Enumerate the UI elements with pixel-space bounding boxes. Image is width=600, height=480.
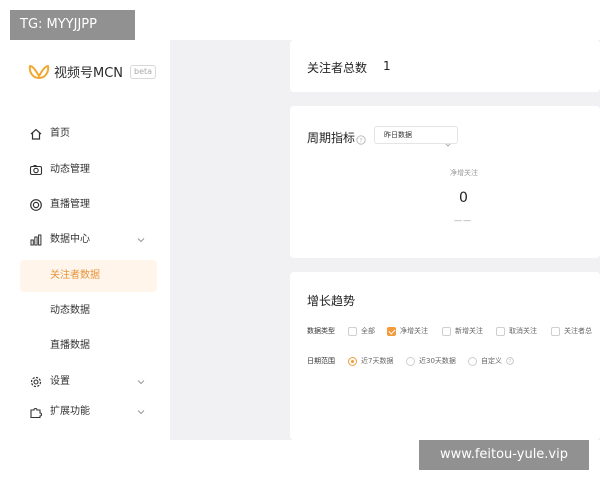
sidebar-item-settings[interactable]: 设置 [0,367,170,397]
followers-total-value: 1 [383,59,391,73]
net-follow-label: 净增关注 [450,169,478,177]
checkbox-unchecked[interactable] [551,326,560,336]
data-type-option-new-follow[interactable]: 新增关注 [442,326,483,336]
info-icon[interactable]: ? [506,357,514,365]
date-range-option-30d[interactable]: 近30天数据 [406,356,456,366]
sidebar-subitem-live-data[interactable]: 直播数据 [20,330,157,362]
chevron-down-icon [445,133,451,147]
period-select-value: 昨日数据 [384,131,412,139]
data-type-option-net-follow[interactable]: 净增关注 [387,326,428,336]
sidebar-item-label: 数据中心 [50,234,90,245]
period-select[interactable]: 昨日数据 [374,126,458,147]
sidebar-item-post-management[interactable]: 动态管理 [0,155,170,185]
gear-icon [29,375,43,389]
live-circle-icon [29,198,43,212]
option-label: 全部 [361,327,375,335]
sidebar-item-label: 扩展功能 [50,406,90,417]
data-type-option-total[interactable]: 关注者总 [551,326,592,336]
option-label: 净增关注 [400,327,428,335]
period-metrics-card: 周期指标 ? 昨日数据 净增关注 0 —— [290,106,600,258]
beta-badge: beta [130,64,157,79]
chevron-down-icon [136,235,146,245]
app-window: 视频号MCN beta 首页 动态管理 直播管理 数据中心 关注者数据 动态数据 [0,0,600,480]
checkbox-unchecked[interactable] [496,326,505,336]
sidebar-item-live-management[interactable]: 直播管理 [0,190,170,220]
sidebar-item-label: 直播管理 [50,199,90,210]
date-range-option-7d[interactable]: 近7天数据 [348,356,393,366]
watermark-top: TG: MYYJJPP [10,10,135,40]
net-follow-change: —— [454,216,472,225]
info-icon[interactable]: ? [356,130,366,145]
checkbox-checked[interactable] [387,326,396,336]
net-follow-value: 0 [459,190,468,206]
sidebar-item-data-center[interactable]: 数据中心 [0,225,170,255]
checkbox-unchecked[interactable] [348,326,357,336]
radio-unselected[interactable] [406,356,415,366]
sidebar-subitem-follower-data[interactable]: 关注者数据 [20,260,157,292]
watermark-bottom: www.feitou-yule.vip [419,440,589,470]
checkbox-unchecked[interactable] [442,326,451,336]
sidebar-subitem-label: 关注者数据 [50,270,100,281]
growth-trend-title: 增长趋势 [307,294,356,308]
sidebar-subitem-label: 动态数据 [50,305,90,316]
sidebar-item-extensions[interactable]: 扩展功能 [0,397,170,427]
sidebar-subitem-label: 直播数据 [50,340,90,351]
sidebar-item-label: 设置 [50,376,70,387]
option-label: 自定义 [481,357,502,365]
option-label: 新增关注 [455,327,483,335]
growth-trend-card: 增长趋势 数据类型 全部 净增关注 新增关注 取消关注 关注者总 日期范围 近7… [290,272,600,440]
radio-selected[interactable] [348,356,357,366]
bar-chart-icon [29,233,43,247]
chevron-down-icon [136,407,146,417]
radio-unselected[interactable] [468,356,477,366]
sidebar-item-label: 动态管理 [50,164,90,175]
chevron-down-icon [136,377,146,387]
brand-name: 视频号MCN [54,66,124,81]
date-range-label: 日期范围 [307,357,335,365]
followers-total-label: 关注者总数 [307,61,368,75]
home-icon [29,127,43,141]
followers-total-card: 关注者总数 1 [290,40,600,92]
sidebar-item-home[interactable]: 首页 [0,119,170,149]
camera-icon [29,163,43,177]
option-label: 取消关注 [509,327,537,335]
channels-logo-icon [28,63,50,81]
sidebar-subitem-post-data[interactable]: 动态数据 [20,295,157,327]
date-range-option-custom[interactable]: 自定义 ? [468,356,514,366]
data-type-label: 数据类型 [307,327,335,335]
option-label: 关注者总 [564,327,592,335]
svg-text:?: ? [359,137,362,144]
option-label: 近7天数据 [361,357,394,365]
sidebar-item-label: 首页 [50,128,70,139]
data-type-option-all[interactable]: 全部 [348,326,375,336]
period-metrics-title: 周期指标 [307,131,356,145]
data-type-option-unfollow[interactable]: 取消关注 [496,326,537,336]
puzzle-icon [29,405,43,419]
brand: 视频号MCN beta [28,62,157,81]
option-label: 近30天数据 [419,357,456,365]
